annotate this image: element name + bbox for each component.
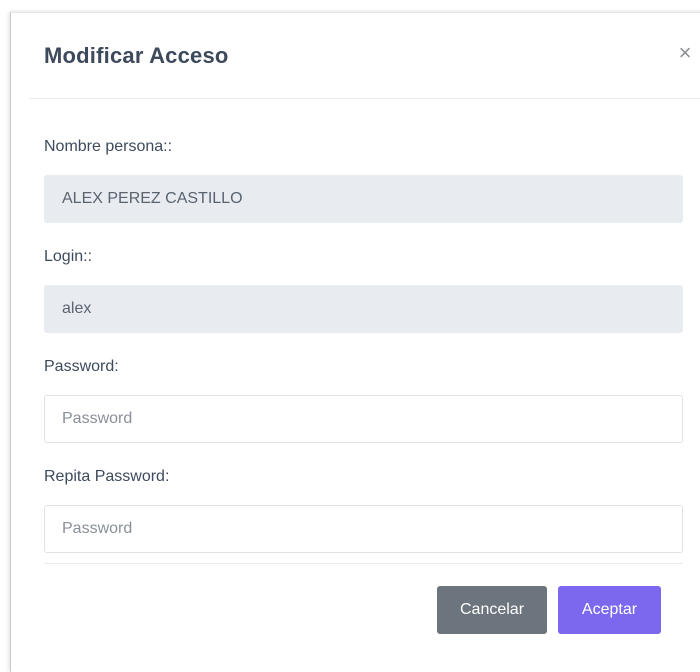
repeat-password-input[interactable] xyxy=(44,505,683,553)
accept-button[interactable]: Aceptar xyxy=(558,586,661,634)
login-field[interactable] xyxy=(44,285,683,333)
nombre-persona-field[interactable] xyxy=(44,175,683,223)
password-input[interactable] xyxy=(44,395,683,443)
modal-footer: Cancelar Aceptar xyxy=(44,563,683,672)
modal-header: Modificar Acceso × xyxy=(29,13,700,99)
close-icon[interactable]: × xyxy=(673,39,697,67)
password-label: Password: xyxy=(44,358,119,375)
nombre-persona-label: Nombre persona:: xyxy=(44,138,173,155)
login-label: Login:: xyxy=(44,248,93,265)
modal-title: Modificar Acceso xyxy=(44,43,229,68)
repeat-password-label: Repita Password: xyxy=(44,468,170,485)
modify-access-modal: Modificar Acceso × Nombre persona:: Logi… xyxy=(10,12,700,672)
cancel-button[interactable]: Cancelar xyxy=(437,586,547,634)
